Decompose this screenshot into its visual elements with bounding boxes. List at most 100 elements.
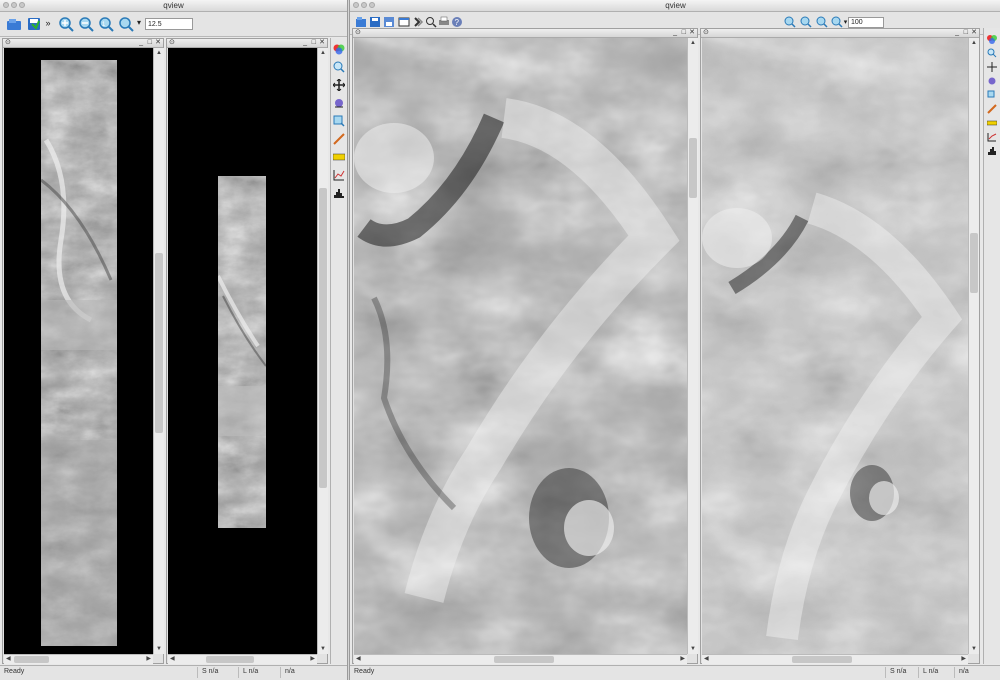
scroll-down-icon[interactable]: ▼ [320,646,326,652]
horizontal-scrollbar[interactable]: ◀ ▶ [168,654,317,664]
image-canvas[interactable] [168,48,317,654]
save-icon[interactable] [369,16,381,28]
scroll-thumb[interactable] [14,656,49,663]
image-canvas[interactable] [354,38,687,654]
spectral-icon[interactable] [985,116,999,130]
zoom-in-icon[interactable] [58,16,74,32]
color-icon[interactable] [985,32,999,46]
close-button[interactable]: ✕ [971,28,977,37]
minimize-button[interactable]: _ [955,28,959,37]
image-canvas[interactable] [702,38,968,654]
find-icon[interactable] [985,88,999,102]
scroll-down-icon[interactable]: ▼ [690,646,696,652]
zoom-out-icon[interactable] [800,16,812,28]
viewport-menu-icon[interactable]: ⊙ [5,38,11,47]
zoom-in-icon[interactable] [784,16,796,28]
scroll-left-icon[interactable]: ◀ [170,656,175,662]
magnify-icon[interactable] [332,60,346,74]
measure-icon[interactable] [332,132,346,146]
pan-icon[interactable] [332,78,346,92]
zoom-fit-icon[interactable] [816,16,828,28]
scroll-left-icon[interactable]: ◀ [6,656,11,662]
viewport-titlebar[interactable]: ⊙ _ □ ✕ [353,29,697,38]
scroll-right-icon[interactable]: ▶ [961,656,966,662]
scroll-thumb[interactable] [206,656,254,663]
open-icon[interactable] [355,16,367,28]
plot-icon[interactable] [332,168,346,182]
zoom-out-icon[interactable] [78,16,94,32]
image-canvas[interactable] [4,48,153,654]
plot-icon[interactable] [985,130,999,144]
maximize-button[interactable]: □ [682,28,686,37]
save-as-icon[interactable] [383,16,395,28]
window-icon[interactable] [398,16,410,28]
find-icon[interactable] [332,114,346,128]
zoom-field[interactable]: 100 [848,17,884,28]
scroll-left-icon[interactable]: ◀ [704,656,709,662]
minimize-button[interactable]: _ [139,38,143,47]
horizontal-scrollbar[interactable]: ◀ ▶ [354,654,687,664]
zoom-dropdown-button[interactable]: ▾ [135,18,143,28]
pan-icon[interactable] [985,60,999,74]
scroll-right-icon[interactable]: ▶ [146,656,151,662]
scroll-right-icon[interactable]: ▶ [310,656,315,662]
viewport-titlebar[interactable]: ⊙ _ □ ✕ [3,39,163,48]
scroll-thumb[interactable] [689,138,697,198]
scroll-up-icon[interactable]: ▲ [156,50,162,56]
scroll-right-icon[interactable]: ▶ [680,656,685,662]
maximize-button[interactable]: □ [964,28,968,37]
vertical-scrollbar[interactable]: ▲ ▼ [687,38,698,654]
zoom-menu-icon[interactable] [118,16,134,32]
vertical-scrollbar[interactable]: ▲ ▼ [153,48,164,654]
scroll-up-icon[interactable]: ▲ [690,40,696,46]
scroll-thumb[interactable] [970,233,978,293]
maximize-button[interactable]: □ [312,38,316,47]
horizontal-scrollbar[interactable]: ◀ ▶ [4,654,153,664]
minimize-button[interactable]: _ [303,38,307,47]
toolbar-overflow-button[interactable]: » [44,16,52,30]
close-button[interactable]: ✕ [689,28,695,37]
search-icon[interactable] [425,16,437,28]
window-controls[interactable] [353,2,375,8]
link-icon[interactable] [412,16,424,28]
save-icon[interactable] [26,17,42,31]
scroll-down-icon[interactable]: ▼ [971,646,977,652]
open-icon[interactable] [6,17,22,31]
spectral-icon[interactable] [332,150,346,164]
help-icon[interactable]: ? [451,16,463,28]
window-controls[interactable] [3,2,25,8]
scroll-thumb[interactable] [494,656,554,663]
stretch-icon[interactable] [332,96,346,110]
window-title: qview [665,1,686,10]
horizontal-scrollbar[interactable]: ◀ ▶ [702,654,968,664]
viewport-titlebar[interactable]: ⊙ _ □ ✕ [167,39,327,48]
scroll-thumb[interactable] [155,253,163,433]
zoom-field[interactable]: 12.5 [145,18,193,30]
histogram-icon[interactable] [332,186,346,200]
viewport-menu-icon[interactable]: ⊙ [355,28,361,37]
viewport-titlebar[interactable]: ⊙ _ □ ✕ [701,29,979,38]
scroll-thumb[interactable] [319,188,327,488]
histogram-icon[interactable] [985,144,999,158]
scroll-left-icon[interactable]: ◀ [356,656,361,662]
measure-icon[interactable] [985,102,999,116]
scroll-down-icon[interactable]: ▼ [156,646,162,652]
print-icon[interactable] [438,16,450,28]
maximize-button[interactable]: □ [148,38,152,47]
window-titlebar[interactable]: qview [0,0,347,12]
scroll-thumb[interactable] [792,656,852,663]
stretch-icon[interactable] [985,74,999,88]
scroll-up-icon[interactable]: ▲ [320,50,326,56]
window-titlebar[interactable]: qview [350,0,1000,12]
vertical-scrollbar[interactable]: ▲ ▼ [317,48,328,654]
scroll-up-icon[interactable]: ▲ [971,40,977,46]
viewport-menu-icon[interactable]: ⊙ [703,28,709,37]
color-icon[interactable] [332,42,346,56]
zoom-fit-icon[interactable]: 1 [98,16,114,32]
close-button[interactable]: ✕ [155,38,161,47]
close-button[interactable]: ✕ [319,38,325,47]
vertical-scrollbar[interactable]: ▲ ▼ [968,38,979,654]
magnify-icon[interactable] [985,46,999,60]
minimize-button[interactable]: _ [673,28,677,37]
viewport-menu-icon[interactable]: ⊙ [169,38,175,47]
